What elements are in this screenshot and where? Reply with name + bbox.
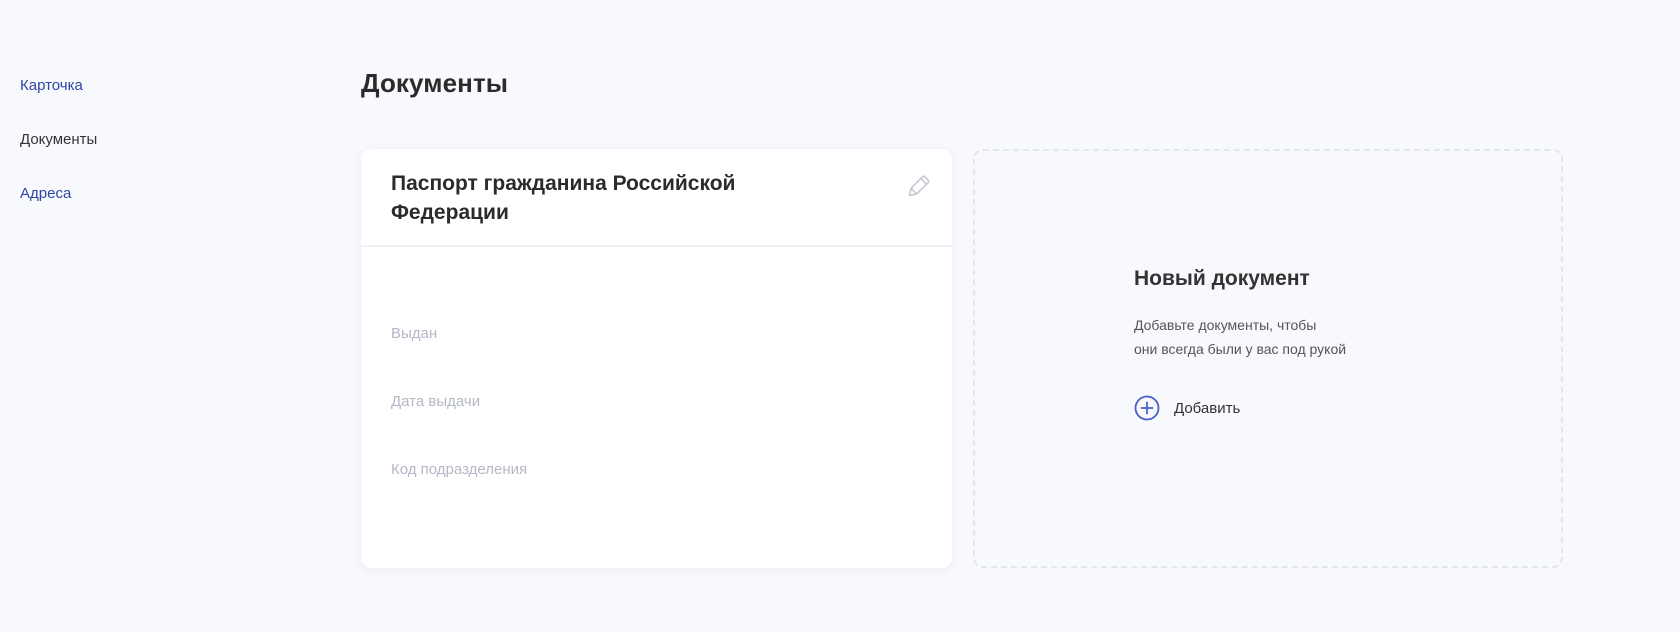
new-document-description-line-1: Добавьте документы, чтобы bbox=[1134, 317, 1317, 333]
plus-circle-icon bbox=[1134, 395, 1160, 421]
new-document-title: Новый документ bbox=[1134, 267, 1310, 290]
document-card-header: Паспорт гражданина Российской Федерации bbox=[361, 149, 952, 247]
sidebar-item-documents[interactable]: Документы bbox=[20, 130, 240, 150]
new-document-content: Новый документ Добавьте документы, чтобы… bbox=[1134, 265, 1434, 421]
passport-document-card[interactable]: Паспорт гражданина Российской Федерации … bbox=[361, 149, 952, 568]
sidebar-item-card[interactable]: Карточка bbox=[20, 76, 240, 96]
add-document-label: Добавить bbox=[1174, 399, 1241, 417]
field-label-issued-by: Выдан bbox=[391, 325, 438, 342]
field-label-issue-date: Дата выдачи bbox=[391, 393, 481, 410]
edit-document-button[interactable] bbox=[904, 173, 932, 201]
new-document-description-line-2: они всегда были у вас под рукой bbox=[1134, 341, 1347, 357]
document-card-title: Паспорт гражданина Российской Федерации bbox=[391, 172, 736, 224]
field-label-division-code: Код подразделения bbox=[391, 461, 528, 478]
sidebar: Карточка Документы Адреса bbox=[20, 76, 240, 238]
new-document-placeholder: Новый документ Добавьте документы, чтобы… bbox=[973, 149, 1563, 568]
add-document-button[interactable]: Добавить bbox=[1134, 395, 1240, 421]
page-title: Документы bbox=[361, 68, 509, 98]
new-document-description: Добавьте документы, чтобы они всегда был… bbox=[1134, 313, 1434, 361]
pencil-icon bbox=[908, 175, 930, 197]
sidebar-item-addresses[interactable]: Адреса bbox=[20, 184, 240, 204]
